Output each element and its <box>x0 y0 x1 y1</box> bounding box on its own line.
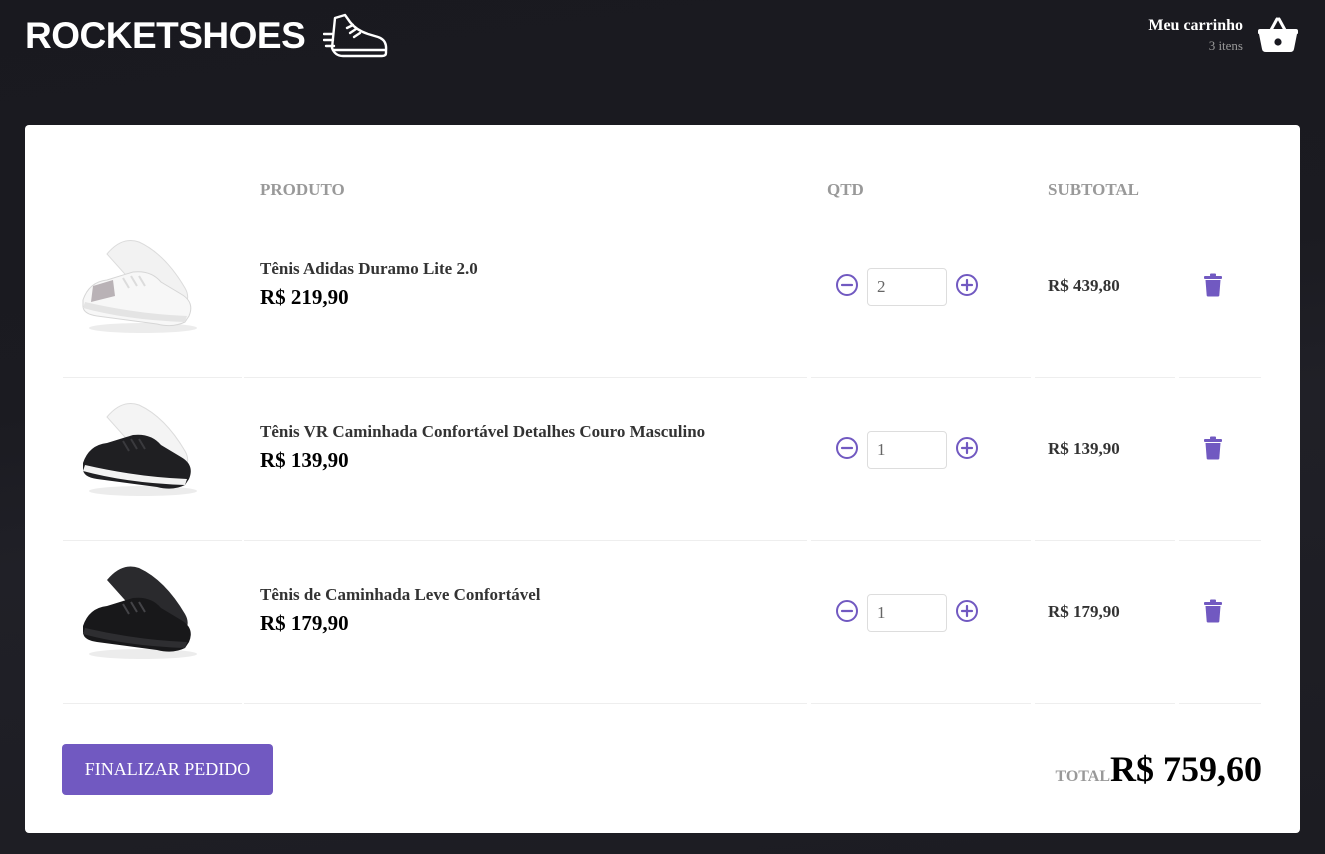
trash-icon <box>1203 273 1223 297</box>
trash-icon <box>1203 599 1223 623</box>
quantity-input[interactable] <box>867 594 947 632</box>
logo[interactable]: ROCKETSHOES <box>25 12 389 60</box>
cart-title: Meu carrinho <box>1148 16 1243 34</box>
product-name: Tênis VR Caminhada Confortável Detalhes … <box>260 422 706 441</box>
item-subtotal: R$ 139,90 <box>1048 439 1120 458</box>
item-subtotal: R$ 439,80 <box>1048 276 1120 295</box>
product-image <box>82 240 197 333</box>
decrement-button[interactable] <box>835 599 859 623</box>
divider <box>244 703 807 704</box>
quantity-input[interactable] <box>867 268 947 306</box>
product-price: R$ 179,90 <box>260 611 349 635</box>
total-value: R$ 759,60 <box>1110 749 1262 789</box>
divider <box>1035 703 1175 704</box>
cart-info: Meu carrinho 3 itens <box>1148 17 1243 54</box>
table-row: Tênis Adidas Duramo Lite 2.0 R$ 219,90 R… <box>63 215 1261 378</box>
minus-circle-icon <box>835 273 859 297</box>
quantity-input[interactable] <box>867 431 947 469</box>
product-price: R$ 219,90 <box>260 285 349 309</box>
plus-circle-icon <box>955 436 979 460</box>
cart-count: 3 itens <box>1208 37 1243 53</box>
increment-button[interactable] <box>955 436 979 460</box>
running-shoe-icon <box>323 13 388 58</box>
remove-item-button[interactable] <box>1203 436 1223 460</box>
decrement-button[interactable] <box>835 436 859 460</box>
checkout-button[interactable]: FINALIZAR PEDIDO <box>62 744 273 795</box>
divider <box>1179 703 1261 704</box>
logo-text: ROCKETSHOES <box>25 15 306 56</box>
header-quantity: QTD <box>827 180 864 199</box>
plus-circle-icon <box>955 273 979 297</box>
minus-circle-icon <box>835 599 859 623</box>
header-product: PRODUTO <box>260 180 345 199</box>
product-price: R$ 139,90 <box>260 448 349 472</box>
total-label: TOTAL <box>1055 768 1110 785</box>
trash-icon <box>1203 436 1223 460</box>
product-name: Tênis Adidas Duramo Lite 2.0 <box>260 259 478 278</box>
product-image <box>83 566 197 659</box>
increment-button[interactable] <box>955 599 979 623</box>
increment-button[interactable] <box>955 273 979 297</box>
item-subtotal: R$ 179,90 <box>1048 602 1120 621</box>
product-image <box>83 403 197 496</box>
cart-container: PRODUTO QTD SUBTOTAL Tênis Adidas Duramo… <box>25 125 1300 833</box>
decrement-button[interactable] <box>835 273 859 297</box>
divider <box>63 703 242 704</box>
table-row: Tênis VR Caminhada Confortável Detalhes … <box>63 378 1261 541</box>
header-subtotal: SUBTOTAL <box>1048 180 1140 199</box>
table-row: Tênis de Caminhada Leve Confortável R$ 1… <box>63 541 1261 704</box>
remove-item-button[interactable] <box>1203 273 1223 297</box>
plus-circle-icon <box>955 599 979 623</box>
order-total: TOTAL R$ 759,60 <box>1055 748 1262 790</box>
product-name: Tênis de Caminhada Leve Confortável <box>260 585 541 604</box>
cart-link[interactable]: Meu carrinho 3 itens <box>1148 16 1299 54</box>
app-header: ROCKETSHOES Meu carrinho 3 itens <box>0 0 1325 90</box>
basket-icon <box>1258 17 1298 52</box>
divider <box>811 703 1031 704</box>
remove-item-button[interactable] <box>1203 599 1223 623</box>
minus-circle-icon <box>835 436 859 460</box>
